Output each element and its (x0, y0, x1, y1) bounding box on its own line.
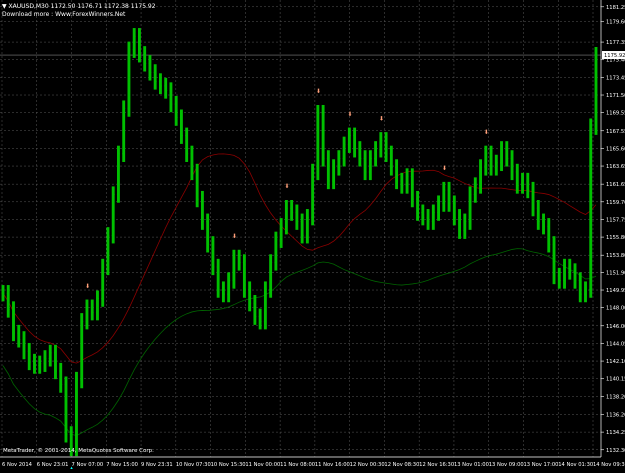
y-tick-label: 1151.90 (606, 270, 625, 276)
x-tick-label: 11 Nov 08:00 (280, 462, 315, 468)
chart-window[interactable]: ⬇⬇⬇⬇⬇⬇⬇⬇▲ 1181.251179.601177.351175.4011… (0, 0, 625, 473)
x-tick-label: 12 Nov 00:30 (350, 462, 385, 468)
y-tick-label: 1148.00 (606, 306, 625, 312)
y-tick-label: 1153.80 (606, 253, 625, 259)
y-tick-label: 1149.95 (606, 288, 625, 294)
x-tick-label: 10 Nov 15:30 (211, 462, 246, 468)
y-tick-label: 1146.00 (606, 324, 625, 330)
y-tick-label: 1171.50 (606, 93, 625, 99)
y-tick-label: 1132.30 (606, 448, 625, 454)
price-chart[interactable]: ⬇⬇⬇⬇⬇⬇⬇⬇▲ 1181.251179.601177.351175.4011… (0, 0, 625, 473)
down-arrow-signal: ⬇ (442, 165, 447, 172)
y-tick-label: 1144.05 (606, 341, 625, 347)
y-tick-label: 1138.20 (606, 394, 625, 400)
collapse-arrow-icon[interactable]: ▼ (2, 3, 7, 10)
y-tick-label: 1161.65 (606, 182, 625, 188)
x-tick-label: 6 Nov 23:01 (37, 462, 69, 468)
y-tick-label: 1159.70 (606, 200, 625, 206)
x-tick-label: 12 Nov 08:30 (384, 462, 419, 468)
x-tick-label: 13 Nov 17:00 (523, 462, 558, 468)
x-tick-label: 13 Nov 01:00 (454, 462, 489, 468)
x-tick-label: 9 Nov 23:31 (141, 462, 173, 468)
y-tick-label: 1167.55 (606, 129, 625, 135)
down-arrow-signal: ⬇ (316, 88, 321, 95)
x-tick-label: 13 Nov 09:00 (489, 462, 524, 468)
x-tick-label: 14 Nov 09:30 (593, 462, 625, 468)
y-tick-label: 1181.25 (606, 5, 625, 11)
x-tick-label: 14 Nov 01:30 (558, 462, 593, 468)
x-tick-label: 11 Nov 16:00 (315, 462, 350, 468)
y-tick-label: 1136.20 (606, 412, 625, 418)
down-arrow-signal: ⬇ (232, 233, 237, 240)
y-tick-label: 1134.25 (606, 430, 625, 436)
down-arrow-signal: ⬇ (347, 111, 352, 118)
y-tick-label: 1179.60 (606, 20, 625, 26)
x-tick-label: 12 Nov 16:30 (419, 462, 454, 468)
down-arrow-signal: ⬇ (379, 115, 384, 122)
x-tick-label: 11 Nov 00:00 (245, 462, 280, 468)
y-tick-label: 1142.10 (606, 359, 625, 365)
y-tick-label: 1165.60 (606, 146, 625, 152)
down-arrow-signal: ⬇ (85, 283, 90, 290)
down-arrow-signal: ⬇ (484, 129, 489, 136)
x-tick-label: 7 Nov 07:00 (72, 462, 104, 468)
download-note: Download more : Www.ForexWinners.Net (2, 11, 126, 18)
y-tick-label: 1140.15 (606, 377, 625, 383)
y-tick-label: 1157.75 (606, 217, 625, 223)
y-tick-label: 1163.65 (606, 164, 625, 170)
copyright-footer: MetaTrader, © 2001-2014, MetaQuotes Soft… (3, 448, 154, 454)
x-tick-label: 7 Nov 15:00 (106, 462, 138, 468)
y-tick-label: 1177.35 (606, 40, 625, 46)
symbol-header: ▼ XAUUSD,M30 1172.50 1176.71 1172.38 117… (2, 3, 156, 10)
chart-background (0, 0, 625, 469)
down-arrow-signal: ⬇ (284, 183, 289, 190)
current-price-label: 1175.92 (604, 53, 625, 59)
y-tick-label: 1173.45 (606, 75, 625, 81)
x-tick-label: 10 Nov 07:30 (176, 462, 211, 468)
y-tick-label: 1169.55 (606, 111, 625, 117)
symbol-ohlc: XAUUSD,M30 1172.50 1176.71 1172.38 1175.… (8, 3, 156, 10)
y-tick-label: 1155.80 (606, 235, 625, 241)
x-tick-label: 6 Nov 2014 (2, 462, 33, 468)
